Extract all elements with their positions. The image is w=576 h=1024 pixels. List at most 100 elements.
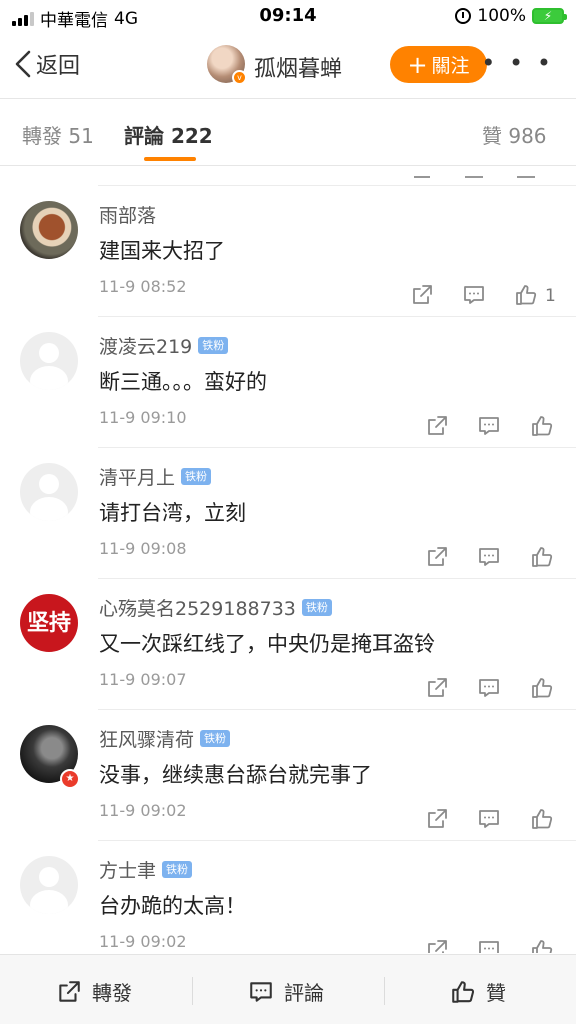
comment-time: 11-9 09:10 [99, 408, 187, 427]
commenter-avatar[interactable] [20, 332, 78, 390]
comment-icon [479, 679, 499, 697]
separator [98, 840, 576, 841]
comment-text: 又一次踩红线了，中央仍是掩耳盗铃 [99, 632, 435, 656]
share-icon [428, 678, 447, 697]
fan-badge: 铁粉 [181, 468, 212, 485]
author-name[interactable]: 孤烟暮蝉 [254, 51, 342, 83]
repost-comment-button[interactable] [423, 932, 451, 953]
repost-comment-button[interactable] [408, 277, 436, 313]
active-tab-indicator [144, 157, 196, 161]
bottom-like-label: 贊 [486, 981, 506, 1005]
like-icon [517, 176, 535, 178]
comment-time: 11-9 08:52 [99, 277, 187, 296]
comment-time: 11-9 09:02 [99, 801, 187, 820]
comment-item: 渡凌云219 铁粉 断三通。。。蛮好的 11-9 09:10 [0, 316, 576, 447]
nav-bar: 返回 v 孤烟暮蝉 + 關注 • • • [0, 34, 576, 98]
star-badge-icon: ★ [60, 769, 80, 789]
more-options-icon[interactable]: • • • [481, 51, 554, 75]
reply-button[interactable] [475, 801, 503, 837]
like-count: 1 [545, 286, 556, 306]
comment-icon [479, 548, 499, 566]
thumbs-up-icon [532, 416, 553, 436]
share-icon [413, 285, 432, 304]
comment-icon [479, 941, 499, 953]
commenter-name[interactable]: 狂风骤清荷 [99, 725, 194, 752]
plus-icon: + [407, 50, 428, 79]
tab-repost[interactable]: 轉發 51 [22, 120, 94, 149]
repost-comment-button[interactable] [423, 539, 451, 575]
comment-list[interactable]: 雨部落 建国来大招了 11-9 08:52 1 渡凌云219 铁粉 断三通。。。… [0, 167, 576, 953]
fan-badge: 铁粉 [162, 861, 193, 878]
comment-icon [464, 286, 484, 304]
commenter-name[interactable]: 方士聿 [99, 856, 156, 883]
comment-text: 建国来大招了 [99, 239, 225, 263]
commenter-name[interactable]: 心殇莫名2529188733 [99, 594, 296, 621]
comment-item: ★ 狂风骤清荷 铁粉 没事，继续惠台舔台就完事了 11-9 09:02 [0, 709, 576, 840]
commenter-name-row: 清平月上 铁粉 [99, 463, 212, 490]
thumbs-up-icon [532, 809, 553, 829]
share-icon [414, 176, 430, 178]
repost-comment-button[interactable] [423, 801, 451, 837]
commenter-name-row: 方士聿 铁粉 [99, 856, 193, 883]
repost-comment-button[interactable] [423, 670, 451, 706]
commenter-name[interactable]: 雨部落 [99, 201, 156, 228]
share-icon [428, 809, 447, 828]
reply-button[interactable] [475, 670, 503, 706]
author-avatar[interactable]: v [207, 45, 247, 85]
fan-badge: 铁粉 [198, 337, 229, 354]
like-button[interactable] [512, 277, 540, 313]
commenter-avatar[interactable] [20, 463, 78, 521]
like-button[interactable] [528, 801, 556, 837]
like-button[interactable] [528, 408, 556, 444]
thumbs-up-icon [452, 980, 475, 1003]
reply-button[interactable] [475, 539, 503, 575]
comment-time: 11-9 09:08 [99, 539, 187, 558]
like-button[interactable] [528, 932, 556, 953]
battery-percent: 100% [477, 6, 526, 26]
comment-icon [479, 417, 499, 435]
fan-badge: 铁粉 [301, 599, 332, 616]
bottom-like-button[interactable]: 贊 [450, 977, 506, 1006]
separator [98, 709, 576, 710]
commenter-name[interactable]: 清平月上 [99, 463, 175, 490]
tab-likes[interactable]: 贊 986 [482, 120, 547, 149]
share-icon [428, 547, 447, 566]
repost-comment-button[interactable] [423, 408, 451, 444]
tab-comments[interactable]: 評論 222 [124, 120, 213, 149]
share-icon [428, 416, 447, 435]
bottom-repost-label: 轉發 [92, 981, 132, 1005]
separator [98, 578, 576, 579]
status-right: 100% ⚡ [455, 6, 567, 26]
comment-item: 雨部落 建国来大招了 11-9 08:52 1 [0, 185, 576, 316]
comment-item: 方士聿 铁粉 台办跪的太高！ 11-9 09:02 [0, 840, 576, 953]
reply-button[interactable] [475, 408, 503, 444]
battery-icon: ⚡ [532, 8, 567, 24]
tab-bar: 轉發 51 評論 222 贊 986 [0, 98, 576, 166]
reply-button[interactable] [475, 932, 503, 953]
commenter-avatar[interactable]: 坚持 [20, 594, 78, 652]
divider [192, 977, 193, 1005]
commenter-name[interactable]: 渡凌云219 [99, 332, 192, 359]
alarm-icon [455, 8, 472, 24]
commenter-name-row: 狂风骤清荷 铁粉 [99, 725, 231, 752]
reply-button[interactable] [460, 277, 488, 313]
back-button[interactable]: 返回 [14, 48, 80, 80]
separator [98, 316, 576, 317]
like-button[interactable] [528, 670, 556, 706]
comment-icon [465, 176, 483, 178]
thumbs-up-icon [516, 285, 537, 305]
like-button[interactable] [528, 539, 556, 575]
bottom-repost-button[interactable]: 轉發 [56, 977, 132, 1006]
divider [384, 977, 385, 1005]
follow-button[interactable]: + 關注 [390, 46, 487, 83]
commenter-name-row: 心殇莫名2529188733 铁粉 [99, 594, 332, 621]
bottom-comment-button[interactable]: 評論 [248, 977, 324, 1006]
commenter-avatar[interactable] [20, 201, 78, 259]
previous-comment-actions [0, 167, 576, 185]
commenter-avatar[interactable] [20, 856, 78, 914]
comment-time: 11-9 09:07 [99, 670, 187, 689]
separator [98, 447, 576, 448]
comment-text: 台办跪的太高！ [99, 894, 246, 918]
thumbs-up-icon [532, 547, 553, 567]
verified-badge-icon: v [232, 70, 247, 85]
